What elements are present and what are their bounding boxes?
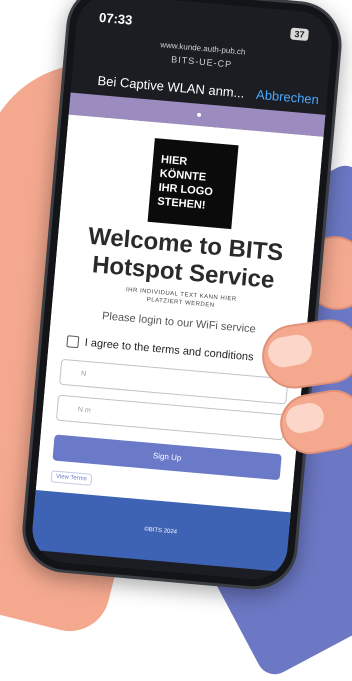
login-hint: Please login to our WiFi service bbox=[101, 310, 257, 336]
portal-content: HIER KÖNNTE IHR LOGO STEHEN! Welcome to … bbox=[34, 114, 324, 526]
status-time: 07:33 bbox=[98, 9, 133, 28]
logo-placeholder: HIER KÖNNTE IHR LOGO STEHEN! bbox=[147, 138, 239, 230]
cancel-button[interactable]: Abbrechen bbox=[256, 87, 320, 107]
terms-checkbox-row[interactable]: I agree to the terms and conditions bbox=[66, 335, 254, 363]
battery-icon: 37 bbox=[289, 27, 309, 42]
checkbox[interactable] bbox=[66, 335, 80, 349]
terms-label: I agree to the terms and conditions bbox=[84, 336, 255, 364]
page-title: Welcome to BITS Hotspot Service bbox=[87, 222, 285, 294]
phone: 07:33 37 www.kunde.auth-pub.ch BITS-UE-C… bbox=[18, 0, 346, 593]
band-dot bbox=[196, 112, 202, 117]
phone-screen: 07:33 37 www.kunde.auth-pub.ch BITS-UE-C… bbox=[29, 0, 335, 583]
view-terms-link[interactable]: View Terms bbox=[50, 470, 93, 486]
